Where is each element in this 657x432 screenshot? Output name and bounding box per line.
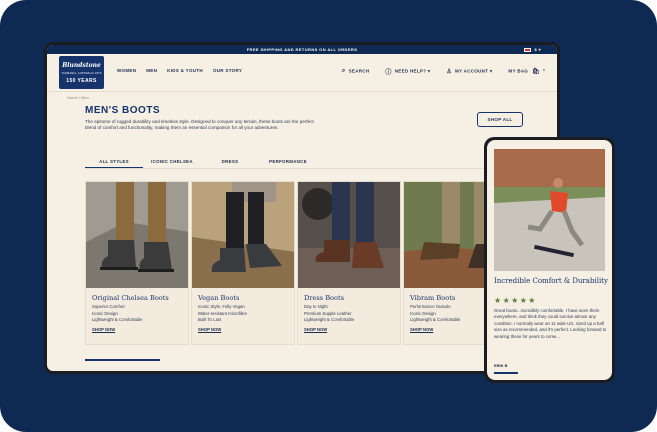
product-feature: Day to Night <box>304 304 328 309</box>
utility-nav: ⌕ SEARCH ⓘ NEED HELP? ▾ ♙ MY ACCOUNT ▾ MY B… <box>342 67 545 76</box>
category-tabs: ALL STYLES ICONIC CHELSEA DRESS PERFORMA… <box>85 157 525 169</box>
breadcrumb: Home / Men <box>67 95 89 100</box>
review-title: Incredible Comfort & Durability <box>494 277 608 285</box>
breadcrumb-separator: / <box>78 95 80 100</box>
nav-our-story[interactable]: OUR STORY <box>213 68 242 73</box>
shop-now-link[interactable]: SHOP NOW <box>298 324 400 332</box>
product-card[interactable]: Original Chelsea Boots Superior Comfort … <box>85 181 189 345</box>
mobile-screen: Incredible Comfort & Durability ★★★★★ Gr… <box>487 140 612 380</box>
help-link[interactable]: ⓘ NEED HELP? ▾ <box>385 67 430 76</box>
main-nav: WOMEN MEN KIDS & YOUTH OUR STORY <box>117 68 242 73</box>
shop-all-button[interactable]: SHOP ALL <box>477 112 523 127</box>
product-feature: Superior Comfort <box>92 304 125 309</box>
review-author: ERIK B <box>494 363 508 368</box>
product-card[interactable]: Dress Boots Day to Night Premium Supple … <box>297 181 401 345</box>
review-scrollbar[interactable] <box>494 372 518 374</box>
search-icon: ⌕ <box>341 68 346 74</box>
tab-performance[interactable]: PERFORMANCE <box>259 157 317 168</box>
account-label: MY ACCOUNT <box>455 68 489 74</box>
carousel-scrollbar[interactable] <box>85 359 160 361</box>
currency-label: $ <box>534 47 538 52</box>
bag-count: 0 <box>543 68 545 72</box>
nav-women[interactable]: WOMEN <box>117 68 136 73</box>
phone-device: Incredible Comfort & Durability ★★★★★ Gr… <box>484 137 615 383</box>
product-title[interactable]: Dress Boots <box>298 288 400 304</box>
bag-label: MY BAG <box>508 68 529 74</box>
promo-bar: FREE SHIPPING AND RETURNS ON ALL ORDERS … <box>47 45 557 54</box>
tab-iconic-chelsea[interactable]: ICONIC CHELSEA <box>143 157 201 168</box>
help-label: NEED HELP? <box>394 68 427 74</box>
page-title: MEN'S BOOTS <box>85 105 161 116</box>
breadcrumb-current: Men <box>81 95 89 100</box>
product-image[interactable] <box>192 182 294 288</box>
tab-all-styles[interactable]: ALL STYLES <box>85 157 143 168</box>
product-feature: Water-resistant microfibre <box>198 310 248 316</box>
product-feature: Iconic Design <box>92 310 118 316</box>
laptop-device: FREE SHIPPING AND RETURNS ON ALL ORDERS … <box>44 42 560 374</box>
bag-icon: 🛍 <box>532 69 541 75</box>
product-image[interactable] <box>86 182 188 288</box>
desktop-screen: FREE SHIPPING AND RETURNS ON ALL ORDERS … <box>47 45 557 371</box>
product-title[interactable]: Vegan Boots <box>192 288 294 304</box>
product-cards: Original Chelsea Boots Superior Comfort … <box>85 181 507 345</box>
shop-now-link[interactable]: SHOP NOW <box>192 324 294 332</box>
review-image <box>494 149 605 271</box>
product-feature: Built To Last <box>198 317 222 323</box>
bag-link[interactable]: MY BAG 🛍 0 <box>508 68 545 75</box>
user-icon: ♙ <box>446 69 453 75</box>
site-header: Blundstone TASMANIA, AUSTRALIA 1870 150 … <box>47 54 557 92</box>
product-feature: Iconic Style, Fully Vegan <box>198 304 245 309</box>
account-link[interactable]: ♙ MY ACCOUNT ▾ <box>446 68 492 75</box>
shop-now-link[interactable]: SHOP NOW <box>86 324 188 332</box>
nav-men[interactable]: MEN <box>146 68 157 73</box>
logo-tagline: TASMANIA, AUSTRALIA 1870 <box>61 72 102 75</box>
product-feature: Lightweight & Comfortable <box>304 317 355 323</box>
search-link[interactable]: ⌕ SEARCH <box>342 68 369 75</box>
locale-selector[interactable]: $ ▾ <box>524 45 541 54</box>
product-feature: Premium Supple Leather <box>304 310 352 316</box>
search-label: SEARCH <box>348 68 370 74</box>
product-title[interactable]: Original Chelsea Boots <box>86 288 188 304</box>
star-rating: ★★★★★ <box>494 296 537 305</box>
logo-anniversary: 150 YEARS <box>66 78 97 84</box>
breadcrumb-home[interactable]: Home <box>67 95 78 100</box>
review-text: Great boots...incredibly comfortable. I … <box>494 308 607 339</box>
product-feature: Lightweight & Comfortable <box>92 317 143 323</box>
nav-kids-youth[interactable]: KIDS & YOUTH <box>167 68 203 73</box>
page-description: The epitome of rugged durability and tim… <box>85 119 314 131</box>
logo-brand: Blundstone <box>62 62 101 69</box>
tab-dress[interactable]: DRESS <box>201 157 259 168</box>
help-icon: ⓘ <box>385 70 392 76</box>
us-flag-icon <box>524 47 532 52</box>
promo-text: FREE SHIPPING AND RETURNS ON ALL ORDERS <box>246 47 358 52</box>
brand-logo[interactable]: Blundstone TASMANIA, AUSTRALIA 1870 150 … <box>59 56 104 89</box>
product-image[interactable] <box>298 182 400 288</box>
product-card[interactable]: Vegan Boots Iconic Style, Fully Vegan Wa… <box>191 181 295 345</box>
